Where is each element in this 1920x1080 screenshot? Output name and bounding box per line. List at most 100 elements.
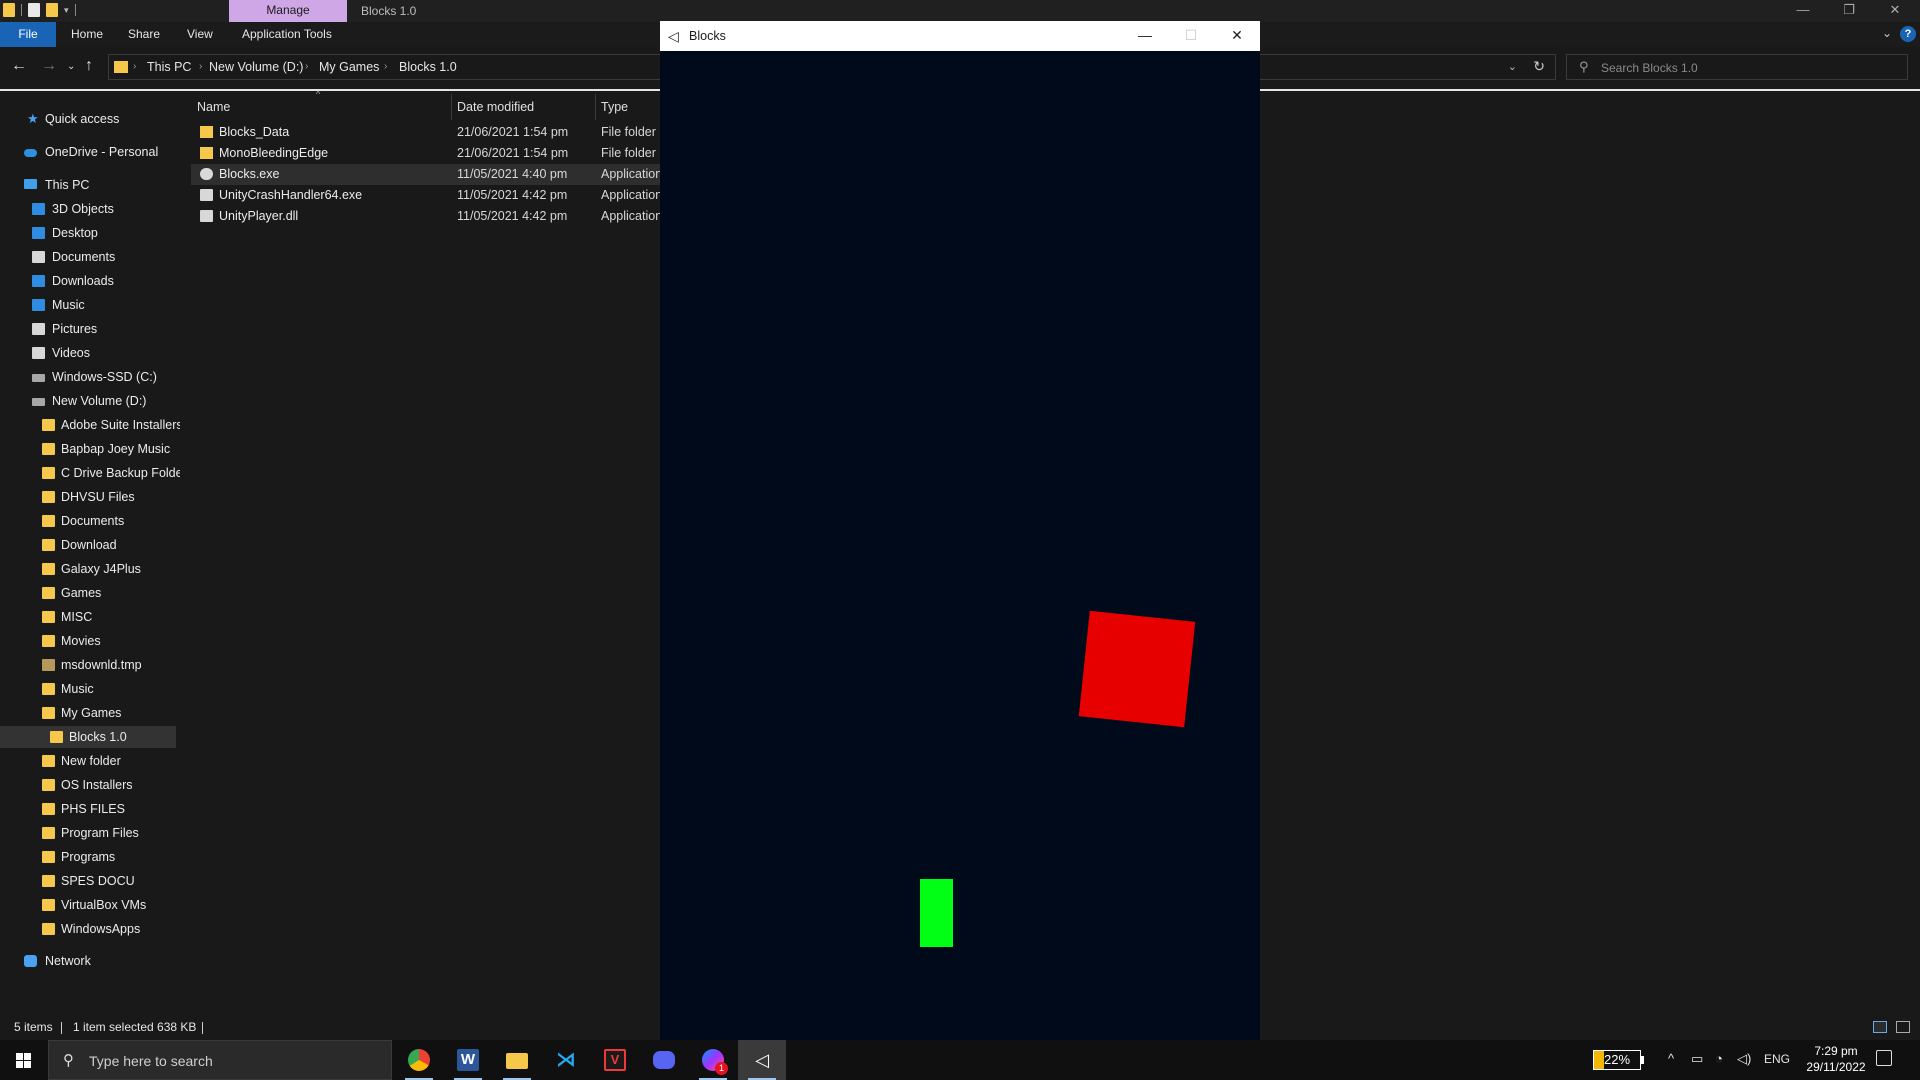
table-row-selected[interactable]: Blocks.exe 11/05/2021 4:40 pm Application (191, 164, 671, 185)
tab-view[interactable]: View (187, 22, 213, 47)
unity-app-icon (200, 168, 213, 180)
nav-folder[interactable]: Programs (0, 846, 176, 868)
nav-downloads[interactable]: Downloads (0, 270, 176, 292)
file-explorer-app[interactable] (493, 1040, 541, 1080)
properties-icon[interactable] (28, 3, 40, 17)
volume-icon[interactable]: ◁) (1737, 1051, 1751, 1067)
column-header-type[interactable]: Type (601, 96, 628, 118)
nav-this-pc[interactable]: This PC (0, 174, 176, 196)
download-icon (32, 275, 45, 287)
word-app[interactable]: W (444, 1040, 492, 1080)
nav-folder[interactable]: Games (0, 582, 176, 604)
nav-folder[interactable]: Download (0, 534, 176, 556)
nav-drive-d[interactable]: New Volume (D:) (0, 390, 176, 412)
wifi-icon[interactable]: ◔ (1715, 1051, 1723, 1066)
help-icon[interactable]: ? (1900, 26, 1916, 42)
battery-indicator[interactable]: 22% (1593, 1050, 1644, 1070)
manage-context-tab[interactable]: Manage (229, 0, 347, 22)
nav-folder[interactable]: Bapbap Joey Music (0, 438, 176, 460)
nav-folder[interactable]: MISC (0, 606, 176, 628)
player-paddle[interactable] (920, 879, 953, 947)
nav-documents[interactable]: Documents (0, 246, 176, 268)
nav-music[interactable]: Music (0, 294, 176, 316)
vivaldi-app[interactable]: V (591, 1040, 639, 1080)
column-header-date[interactable]: Date modified (457, 96, 534, 118)
nav-videos[interactable]: Videos (0, 342, 176, 364)
nav-folder[interactable]: VirtualBox VMs (0, 894, 176, 916)
unity-app[interactable]: ◁ (738, 1040, 786, 1080)
battery-saver-icon[interactable]: ▭ (1691, 1051, 1703, 1067)
table-row[interactable]: UnityCrashHandler64.exe 11/05/2021 4:42 p… (191, 185, 671, 206)
nav-folder[interactable]: Galaxy J4Plus (0, 558, 176, 580)
breadcrumb-new-volume[interactable]: New Volume (D:) (209, 60, 303, 74)
forward-icon[interactable]: → (41, 57, 57, 75)
close-button[interactable]: ✕ (1214, 21, 1260, 51)
nav-folder[interactable]: Documents (0, 510, 176, 532)
customize-toolbar-icon[interactable]: ▾ (64, 5, 69, 16)
nav-folder[interactable]: Adobe Suite Installers (0, 414, 180, 436)
nav-folder[interactable]: Music (0, 678, 176, 700)
minimize-button[interactable]: — (1122, 21, 1168, 51)
nav-folder[interactable]: New folder (0, 750, 176, 772)
back-icon[interactable]: ← (11, 57, 27, 75)
nav-desktop[interactable]: Desktop (0, 222, 176, 244)
nav-network[interactable]: Network (0, 950, 176, 972)
drive-icon (32, 374, 45, 382)
language-indicator[interactable]: ENG (1764, 1052, 1790, 1066)
search-input[interactable]: ⚲ Search Blocks 1.0 (1566, 54, 1908, 80)
nav-folder[interactable]: msdownld.tmp (0, 654, 176, 676)
table-row[interactable]: Blocks_Data 21/06/2021 1:54 pm File folder (191, 122, 671, 143)
nav-drive-c[interactable]: Windows-SSD (C:) (0, 366, 176, 388)
game-canvas[interactable] (660, 51, 1260, 1040)
action-center-icon[interactable] (1876, 1050, 1892, 1066)
details-view-icon[interactable] (1873, 1021, 1887, 1033)
chrome-app[interactable] (395, 1040, 443, 1080)
minimize-button[interactable]: — (1780, 0, 1826, 22)
vscode-app[interactable]: ⋊ (542, 1040, 590, 1080)
maximize-button[interactable]: ❐ (1826, 0, 1872, 22)
folder-icon (42, 563, 55, 575)
nav-pictures[interactable]: Pictures (0, 318, 176, 340)
new-folder-icon[interactable] (46, 3, 58, 17)
nav-folder[interactable]: C Drive Backup Folder (0, 462, 180, 484)
discord-app[interactable] (640, 1040, 688, 1080)
taskbar-search[interactable]: ⚲ Type here to search (48, 1040, 392, 1080)
clock[interactable]: 7:29 pm 29/11/2022 (1798, 1043, 1874, 1075)
refresh-icon[interactable]: ↻ (1533, 58, 1545, 75)
nav-3d-objects[interactable]: 3D Objects (0, 198, 176, 220)
nav-quick-access[interactable]: ★ Quick access (0, 108, 176, 130)
expand-ribbon-icon[interactable]: ⌄ (1882, 26, 1892, 40)
nav-folder[interactable]: DHVSU Files (0, 486, 176, 508)
tab-application-tools[interactable]: Application Tools (242, 22, 332, 47)
address-dropdown-icon[interactable]: ⌄ (1508, 60, 1517, 73)
breadcrumb-blocks[interactable]: Blocks 1.0 (399, 60, 457, 74)
nav-folder[interactable]: Program Files (0, 822, 176, 844)
nav-folder[interactable]: WindowsApps (0, 918, 176, 940)
table-row[interactable]: MonoBleedingEdge 21/06/2021 1:54 pm File f… (191, 143, 671, 164)
folder-icon (42, 491, 55, 503)
nav-folder[interactable]: OS Installers (0, 774, 176, 796)
up-icon[interactable]: ↑ (85, 57, 93, 75)
nav-folder[interactable]: Movies (0, 630, 176, 652)
nav-folder[interactable]: SPES DOCU (0, 870, 176, 892)
messenger-app[interactable]: 1 (689, 1040, 737, 1080)
tab-home[interactable]: Home (71, 22, 103, 47)
application-icon (200, 189, 213, 201)
tab-file[interactable]: File (0, 22, 56, 47)
large-icons-view-icon[interactable] (1896, 1021, 1910, 1033)
nav-folder[interactable]: PHS FILES (0, 798, 176, 820)
picture-icon (32, 323, 45, 335)
table-row[interactable]: UnityPlayer.dll 11/05/2021 4:42 pm Applica… (191, 206, 671, 227)
show-hidden-icons-icon[interactable]: ^ (1668, 1051, 1674, 1066)
nav-folder[interactable]: My Games (0, 702, 176, 724)
folder-icon (42, 419, 55, 431)
tab-share[interactable]: Share (128, 22, 160, 47)
recent-locations-icon[interactable]: ⌄ (67, 61, 75, 72)
nav-onedrive[interactable]: OneDrive - Personal (0, 141, 176, 163)
column-header-name[interactable]: Name (197, 96, 230, 118)
nav-folder-selected[interactable]: Blocks 1.0 (0, 726, 176, 748)
start-button[interactable] (0, 1040, 47, 1080)
close-button[interactable]: ✕ (1872, 0, 1918, 22)
breadcrumb-my-games[interactable]: My Games (319, 60, 379, 74)
breadcrumb-this-pc[interactable]: This PC (147, 60, 191, 74)
